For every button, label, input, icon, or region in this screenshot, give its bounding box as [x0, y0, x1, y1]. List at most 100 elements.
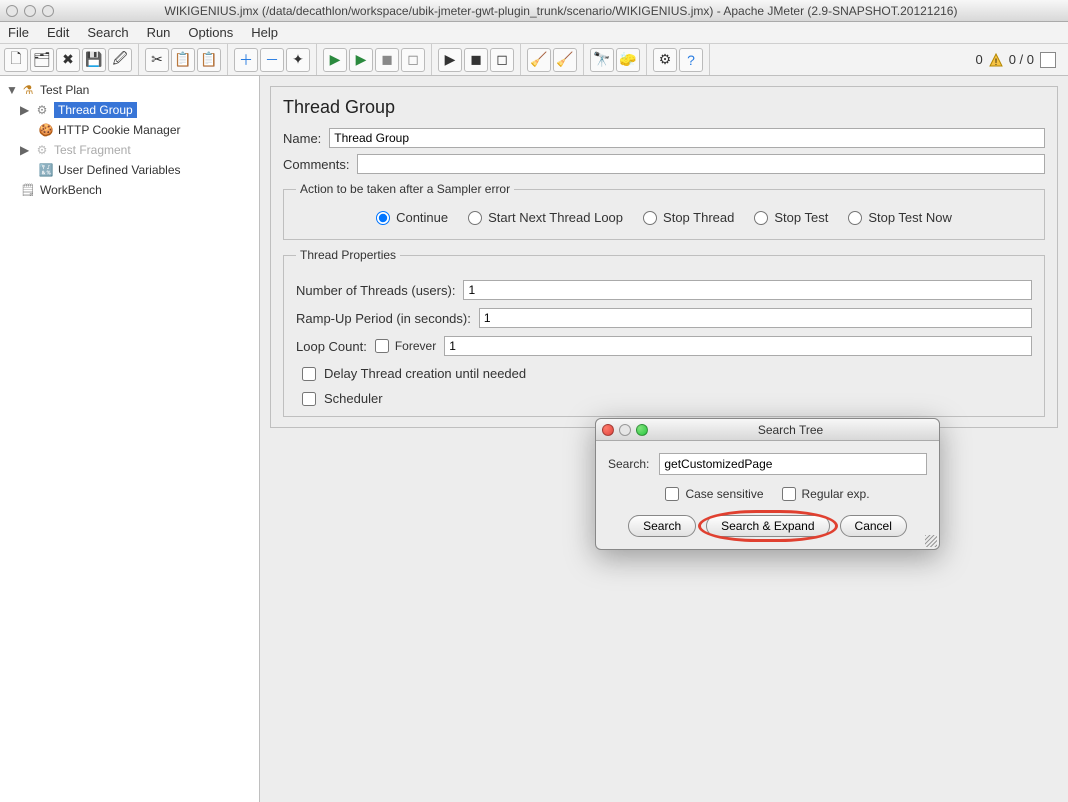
- tree-workbench[interactable]: 🗒 WorkBench: [2, 180, 257, 200]
- close-window-icon[interactable]: [6, 5, 18, 17]
- workbench-icon: 🗒: [20, 182, 36, 198]
- scheduler-label: Scheduler: [324, 391, 383, 406]
- tree-test-plan[interactable]: ▼ ⚗ Test Plan: [2, 80, 257, 100]
- traffic-lights: [6, 5, 54, 17]
- radio-stop-now-input[interactable]: [848, 211, 862, 225]
- function-helper-icon[interactable]: ⚙: [653, 48, 677, 72]
- search-icon[interactable]: 🔭: [590, 48, 614, 72]
- dialog-traffic-lights: [602, 424, 648, 436]
- regex-input[interactable]: [782, 487, 796, 501]
- cancel-button[interactable]: Cancel: [840, 515, 907, 537]
- menu-options[interactable]: Options: [188, 25, 233, 40]
- tree-label: User Defined Variables: [58, 163, 181, 177]
- window-titlebar: WIKIGENIUS.jmx (/data/decathlon/workspac…: [0, 0, 1068, 22]
- cookie-icon: 🍪: [38, 122, 54, 138]
- window-title: WIKIGENIUS.jmx (/data/decathlon/workspac…: [60, 4, 1062, 18]
- radio-stop-test-now[interactable]: Stop Test Now: [848, 210, 952, 225]
- radio-next-loop-input[interactable]: [468, 211, 482, 225]
- dialog-titlebar[interactable]: Search Tree: [596, 419, 939, 441]
- menu-edit[interactable]: Edit: [47, 25, 69, 40]
- open-icon[interactable]: 🗂: [30, 48, 54, 72]
- status-box-icon: [1040, 52, 1056, 68]
- help-icon[interactable]: ?: [679, 48, 703, 72]
- stop-icon[interactable]: ◼: [375, 48, 399, 72]
- toggle-icon[interactable]: ✦: [286, 48, 310, 72]
- num-threads-field[interactable]: [463, 280, 1032, 300]
- case-sensitive-input[interactable]: [665, 487, 679, 501]
- menu-run[interactable]: Run: [147, 25, 171, 40]
- menu-file[interactable]: File: [8, 25, 29, 40]
- scheduler-checkbox[interactable]: [302, 392, 316, 406]
- regex-checkbox[interactable]: Regular exp.: [782, 487, 870, 501]
- dialog-minimize-icon: [619, 424, 631, 436]
- search-expand-button[interactable]: Search & Expand: [706, 515, 829, 537]
- radio-continue-input[interactable]: [376, 211, 390, 225]
- forever-checkbox-input[interactable]: [375, 339, 389, 353]
- minimize-window-icon[interactable]: [24, 5, 36, 17]
- ramp-up-field[interactable]: [479, 308, 1032, 328]
- radio-continue[interactable]: Continue: [376, 210, 448, 225]
- cut-icon[interactable]: ✂: [145, 48, 169, 72]
- name-field[interactable]: [329, 128, 1045, 148]
- new-icon[interactable]: 🗋: [4, 48, 28, 72]
- tree-label: Test Plan: [40, 83, 89, 97]
- name-label: Name:: [283, 131, 321, 146]
- resize-handle-icon[interactable]: [925, 535, 937, 547]
- test-plan-tree[interactable]: ▼ ⚗ Test Plan ▶ ⚙ Thread Group 🍪 HTTP Co…: [0, 76, 260, 802]
- remote-stop-icon[interactable]: ◼: [464, 48, 488, 72]
- radio-start-next-loop[interactable]: Start Next Thread Loop: [468, 210, 623, 225]
- case-sensitive-checkbox[interactable]: Case sensitive: [665, 487, 763, 501]
- save-as-icon[interactable]: 🖉: [108, 48, 132, 72]
- expand-icon[interactable]: ＋: [234, 48, 258, 72]
- search-field[interactable]: [659, 453, 927, 475]
- tree-label: Thread Group: [54, 102, 137, 118]
- reset-search-icon[interactable]: 🧽: [616, 48, 640, 72]
- tree-test-fragment[interactable]: ▶ ⚙ Test Fragment: [2, 140, 257, 160]
- panel-heading: Thread Group: [283, 97, 1045, 118]
- clear-all-icon[interactable]: 🧹: [553, 48, 577, 72]
- remote-start-icon[interactable]: ▶: [438, 48, 462, 72]
- collapse-icon[interactable]: －: [260, 48, 284, 72]
- dialog-zoom-icon[interactable]: [636, 424, 648, 436]
- error-count: 0: [975, 52, 982, 67]
- save-icon[interactable]: 💾: [82, 48, 106, 72]
- disclosure-triangle-icon[interactable]: ▶: [20, 103, 30, 117]
- disclosure-triangle-icon[interactable]: ▼: [6, 83, 16, 97]
- dialog-close-icon[interactable]: [602, 424, 614, 436]
- disclosure-triangle-icon[interactable]: ▶: [20, 143, 30, 157]
- toolbar: 🗋 🗂 ✖ 💾 🖉 ✂ 📋 📋 ＋ － ✦ ▶ ▶ ◼ ◻ ▶ ◼ ◻ 🧹 🧹 …: [0, 44, 1068, 76]
- tree-thread-group[interactable]: ▶ ⚙ Thread Group: [2, 100, 257, 120]
- copy-icon[interactable]: 📋: [171, 48, 195, 72]
- remote-shutdown-icon[interactable]: ◻: [490, 48, 514, 72]
- tree-label: Test Fragment: [54, 143, 131, 157]
- loop-count-field[interactable]: [444, 336, 1032, 356]
- menu-help[interactable]: Help: [251, 25, 278, 40]
- zoom-window-icon[interactable]: [42, 5, 54, 17]
- start-icon[interactable]: ▶: [323, 48, 347, 72]
- thread-properties-fieldset: Thread Properties Number of Threads (use…: [283, 248, 1045, 417]
- delay-thread-label: Delay Thread creation until needed: [324, 366, 526, 381]
- radio-stop-thread-input[interactable]: [643, 211, 657, 225]
- radio-stop-test-input[interactable]: [754, 211, 768, 225]
- radio-stop-thread[interactable]: Stop Thread: [643, 210, 734, 225]
- radio-stop-test[interactable]: Stop Test: [754, 210, 828, 225]
- paste-icon[interactable]: 📋: [197, 48, 221, 72]
- clear-icon[interactable]: 🧹: [527, 48, 551, 72]
- search-tree-dialog[interactable]: Search Tree Search: Case sensitive Regul…: [595, 418, 940, 550]
- menu-bar: File Edit Search Run Options Help: [0, 22, 1068, 44]
- warning-icon[interactable]: !: [989, 53, 1003, 67]
- shutdown-icon[interactable]: ◻: [401, 48, 425, 72]
- search-button[interactable]: Search: [628, 515, 696, 537]
- close-icon[interactable]: ✖: [56, 48, 80, 72]
- menu-search[interactable]: Search: [87, 25, 128, 40]
- forever-checkbox[interactable]: Forever: [375, 339, 436, 353]
- delay-thread-checkbox[interactable]: [302, 367, 316, 381]
- tree-cookie-manager[interactable]: 🍪 HTTP Cookie Manager: [2, 120, 257, 140]
- start-no-timer-icon[interactable]: ▶: [349, 48, 373, 72]
- tree-label: WorkBench: [40, 183, 102, 197]
- thread-count: 0 / 0: [1009, 52, 1034, 67]
- comments-label: Comments:: [283, 157, 349, 172]
- comments-field[interactable]: [357, 154, 1045, 174]
- tree-user-defined-variables[interactable]: 🔣 User Defined Variables: [2, 160, 257, 180]
- num-threads-label: Number of Threads (users):: [296, 283, 455, 298]
